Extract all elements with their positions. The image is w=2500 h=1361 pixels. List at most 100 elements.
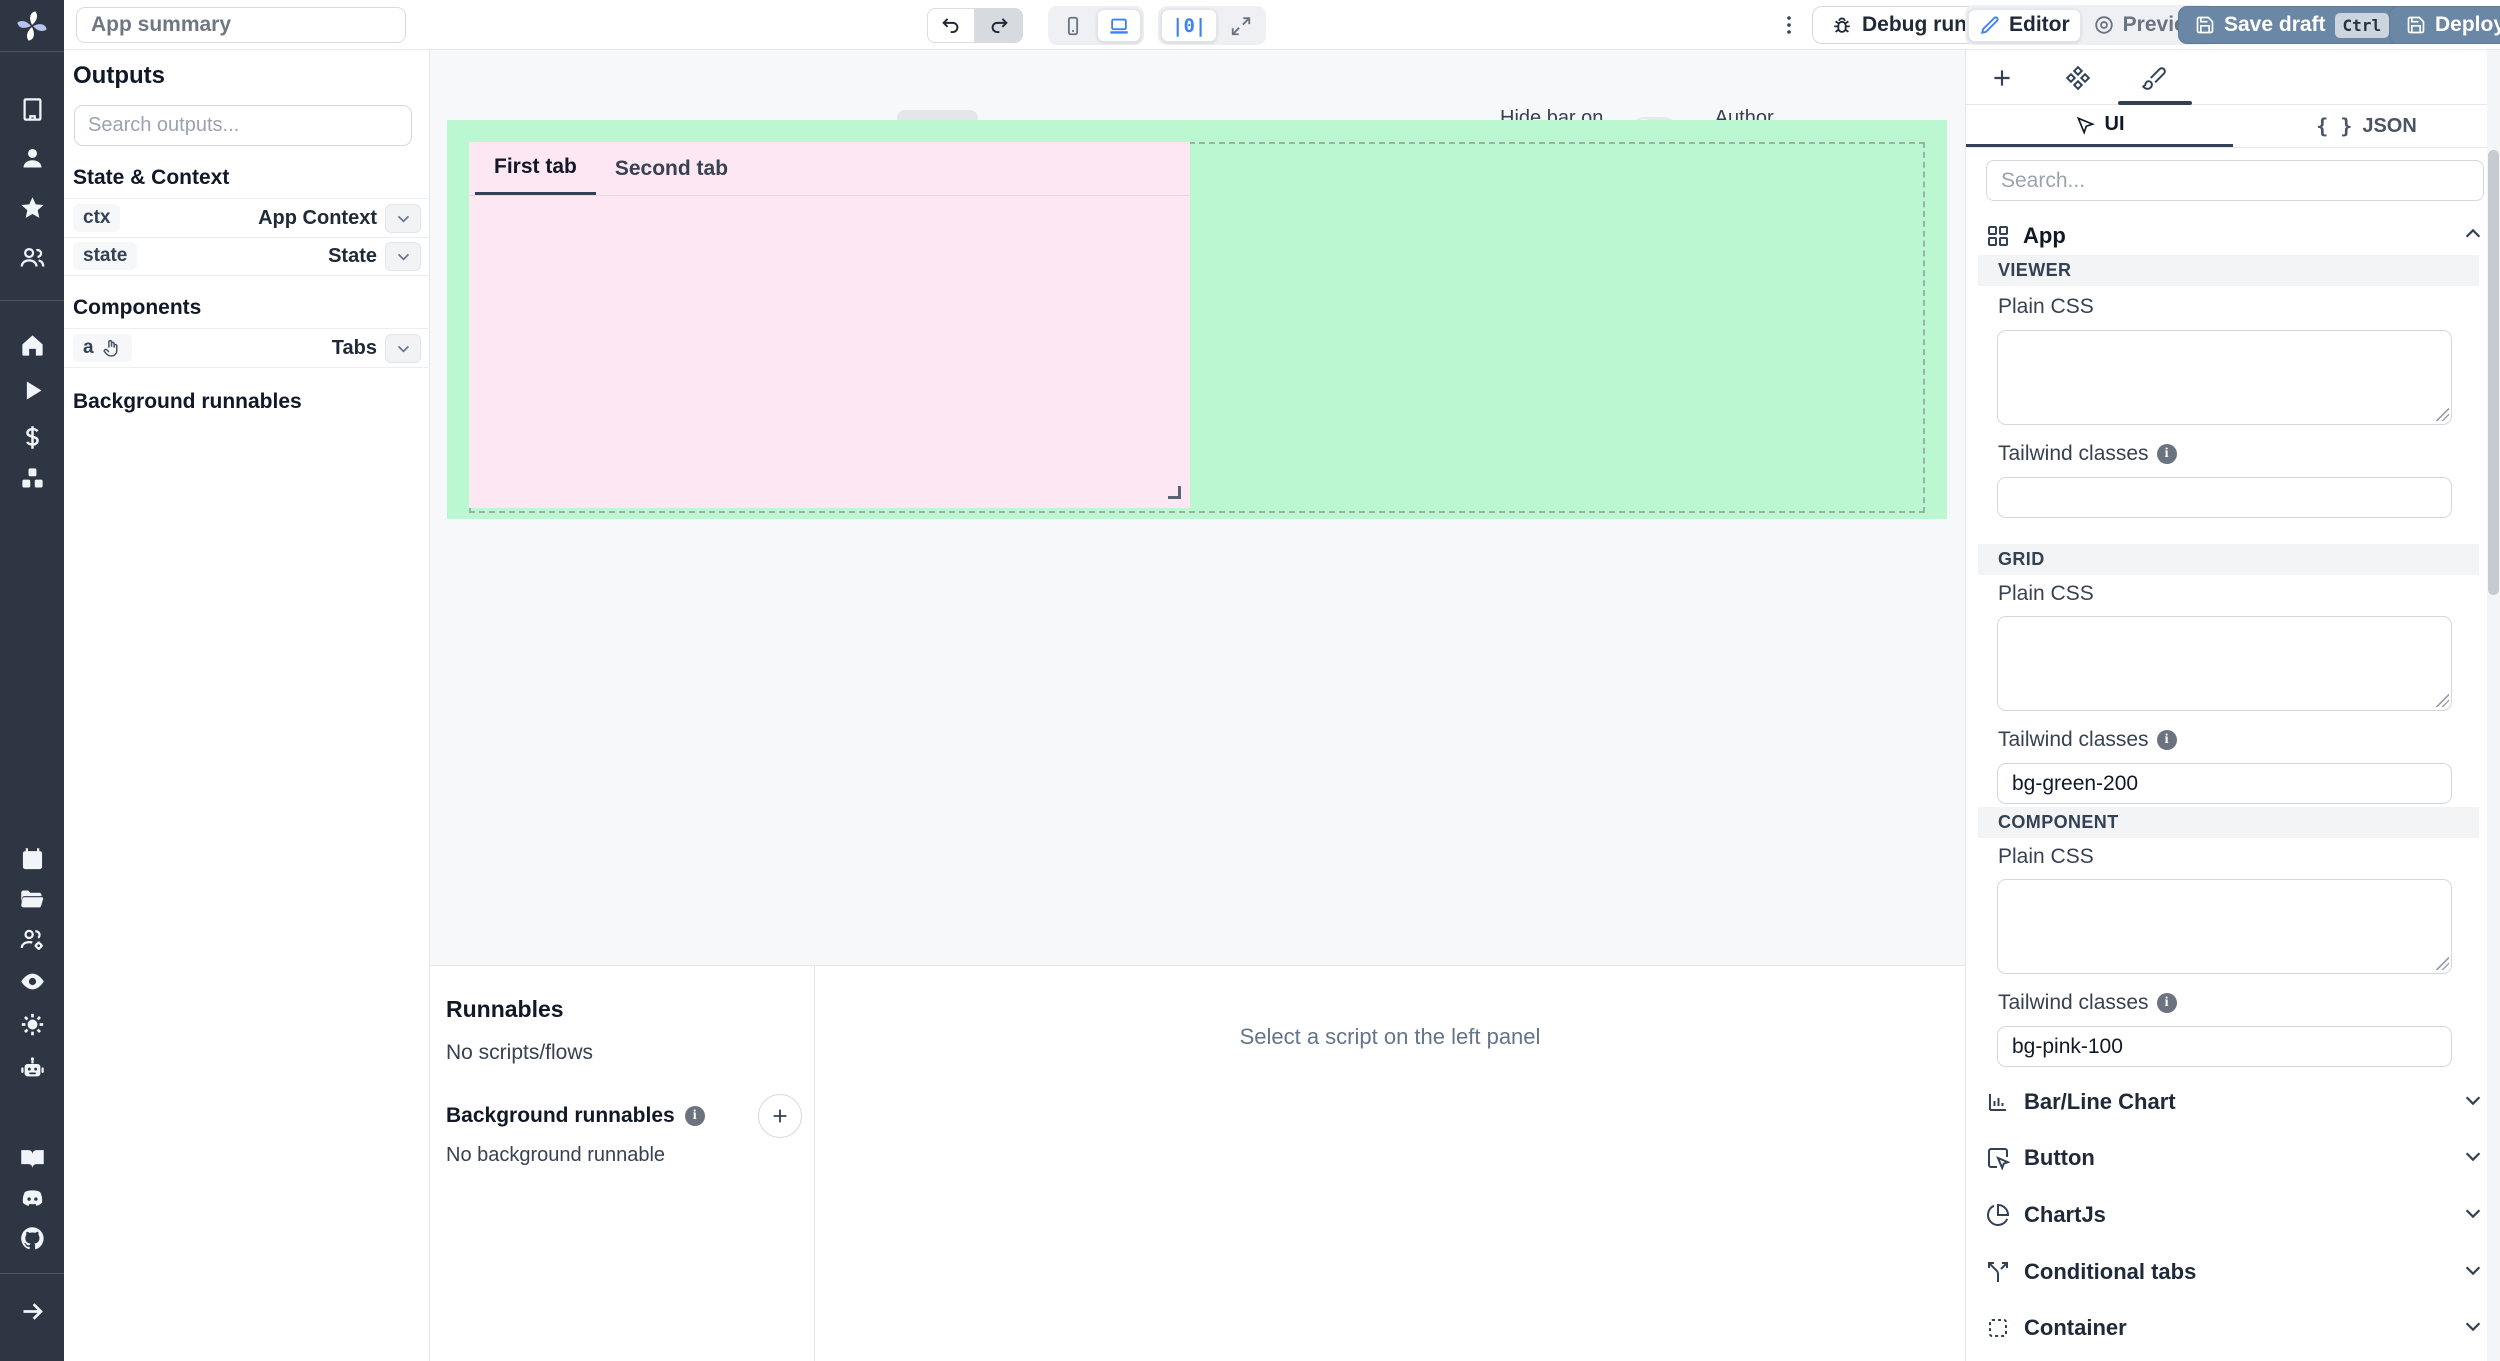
- workers-users-gear-icon[interactable]: [17, 924, 47, 954]
- deploy-button[interactable]: Deploy: [2389, 6, 2500, 44]
- more-options-button[interactable]: [1774, 10, 1804, 40]
- undo-button[interactable]: [927, 8, 975, 43]
- background-runnables-header: Background runnables i: [446, 1104, 705, 1128]
- tab-second-label: Second tab: [615, 157, 728, 181]
- components-tab[interactable]: [2058, 58, 2098, 98]
- discord-icon[interactable]: [17, 1183, 47, 1213]
- component-resize-handle[interactable]: [1168, 486, 1181, 499]
- tailwind-info-icon[interactable]: i: [2157, 730, 2177, 750]
- output-key-badge: ctx: [73, 204, 120, 232]
- search-outputs-input[interactable]: [74, 105, 412, 146]
- center-content-button[interactable]: |0|: [1161, 9, 1217, 42]
- textarea-resize-icon[interactable]: [2436, 694, 2449, 707]
- docs-book-icon[interactable]: [17, 1143, 47, 1173]
- expand-row-button[interactable]: [385, 242, 421, 271]
- desktop-view-button[interactable]: [1097, 9, 1141, 42]
- expand-row-button[interactable]: [385, 334, 421, 363]
- user-icon[interactable]: [17, 143, 47, 173]
- output-row-state[interactable]: state State: [64, 238, 430, 274]
- grid-tailwind-input[interactable]: [1997, 763, 2452, 804]
- layout-grid-icon: [1986, 224, 2010, 248]
- divider: [64, 275, 430, 276]
- app-section-header[interactable]: App: [1986, 215, 2484, 257]
- editor-tab[interactable]: Editor: [1968, 9, 2081, 42]
- outputs-title: Outputs: [73, 62, 165, 90]
- tailwind-info-icon[interactable]: i: [2157, 993, 2177, 1013]
- add-background-runnable-button[interactable]: [758, 1094, 802, 1138]
- output-row-component-a[interactable]: a Tabs: [64, 330, 430, 366]
- plain-css-label: Plain CSS: [1998, 845, 2094, 869]
- collapse-arrow-right-icon[interactable]: [17, 1296, 47, 1326]
- redo-button[interactable]: [975, 8, 1023, 43]
- outputs-panel: Outputs State & Context ctx App Context …: [64, 50, 430, 1361]
- github-icon[interactable]: [17, 1223, 47, 1253]
- folders-icon[interactable]: [17, 884, 47, 914]
- app-summary-input[interactable]: [76, 7, 406, 43]
- divider: [64, 198, 430, 199]
- background-info-icon[interactable]: i: [685, 1106, 705, 1126]
- scrollbar-thumb[interactable]: [2488, 150, 2499, 595]
- variables-dollar-icon[interactable]: [17, 422, 47, 452]
- app-grid-viewer[interactable]: First tab Second tab: [447, 120, 1947, 519]
- cursor-icon: [2075, 115, 2095, 135]
- viewer-tailwind-input[interactable]: [1997, 477, 2452, 518]
- chevron-down-icon: [2462, 1089, 2484, 1116]
- output-key-badge: state: [73, 242, 137, 270]
- tab-first[interactable]: First tab: [475, 142, 596, 195]
- expand-row-button[interactable]: [385, 204, 421, 233]
- fullscreen-button[interactable]: [1219, 9, 1263, 42]
- favorites-star-icon[interactable]: [17, 193, 47, 223]
- ai-robot-icon[interactable]: [17, 1053, 47, 1083]
- divider: [64, 367, 430, 368]
- audit-eye-icon[interactable]: [17, 966, 47, 996]
- section-button[interactable]: Button: [1986, 1136, 2484, 1180]
- tab-second[interactable]: Second tab: [596, 142, 747, 195]
- component-search-input[interactable]: [1986, 160, 2484, 201]
- viewer-plain-css-textarea[interactable]: [1997, 330, 2452, 425]
- windmill-logo-icon: [14, 8, 50, 44]
- section-container[interactable]: Container: [1986, 1306, 2484, 1350]
- bug-icon: [1831, 14, 1853, 36]
- canvas-area: (0) once Hide bar on view Author henri@w…: [430, 50, 1965, 965]
- tabs-component[interactable]: First tab Second tab: [469, 142, 1190, 508]
- component-tailwind-input[interactable]: [1997, 1026, 2452, 1067]
- section-label: Conditional tabs: [2024, 1259, 2448, 1285]
- runs-play-icon[interactable]: [17, 375, 47, 405]
- section-chartjs[interactable]: ChartJs: [1986, 1193, 2484, 1237]
- section-bar-line-chart[interactable]: Bar/Line Chart: [1986, 1080, 2484, 1124]
- group-header-viewer: VIEWER: [1978, 255, 2479, 286]
- component-plain-css-textarea[interactable]: [1997, 879, 2452, 974]
- chevron-down-icon: [2462, 1202, 2484, 1229]
- windmill-logo[interactable]: [0, 0, 64, 52]
- section-conditional-tabs[interactable]: Conditional tabs: [1986, 1250, 2484, 1294]
- laptop-icon: [1108, 15, 1130, 37]
- mobile-view-button[interactable]: [1051, 9, 1095, 42]
- divider: [64, 328, 430, 329]
- panel-mode-tabs: [1966, 50, 2500, 105]
- plain-css-label: Plain CSS: [1998, 295, 2094, 319]
- home-icon[interactable]: [17, 330, 47, 360]
- schedules-calendar-icon[interactable]: [17, 844, 47, 874]
- component-id: a: [83, 337, 94, 359]
- output-row-ctx[interactable]: ctx App Context: [64, 200, 430, 236]
- tailwind-info-icon[interactable]: i: [2157, 444, 2177, 464]
- section-label: Button: [2024, 1145, 2448, 1171]
- resources-boxes-icon[interactable]: [17, 463, 47, 493]
- json-subtab[interactable]: { } JSON: [2233, 105, 2500, 147]
- settings-gear-icon[interactable]: [17, 1009, 47, 1039]
- ui-subtab[interactable]: UI: [1966, 105, 2233, 147]
- tailwind-label-text: Tailwind classes: [1998, 991, 2149, 1015]
- sidebar-divider: [0, 300, 64, 301]
- styling-tab[interactable]: [2134, 58, 2174, 98]
- grid-plain-css-textarea[interactable]: [1997, 616, 2452, 711]
- textarea-resize-icon[interactable]: [2436, 957, 2449, 970]
- json-braces-icon: { }: [2316, 114, 2352, 138]
- chevron-up-icon[interactable]: [2462, 223, 2484, 250]
- save-draft-label: Save draft: [2224, 13, 2326, 37]
- group-header-grid: GRID: [1978, 544, 2479, 575]
- kebab-menu-icon: [1777, 13, 1801, 37]
- textarea-resize-icon[interactable]: [2436, 408, 2449, 421]
- workspace-building-icon[interactable]: [17, 94, 47, 124]
- insert-component-tab[interactable]: [1982, 58, 2022, 98]
- groups-icon[interactable]: [17, 242, 47, 272]
